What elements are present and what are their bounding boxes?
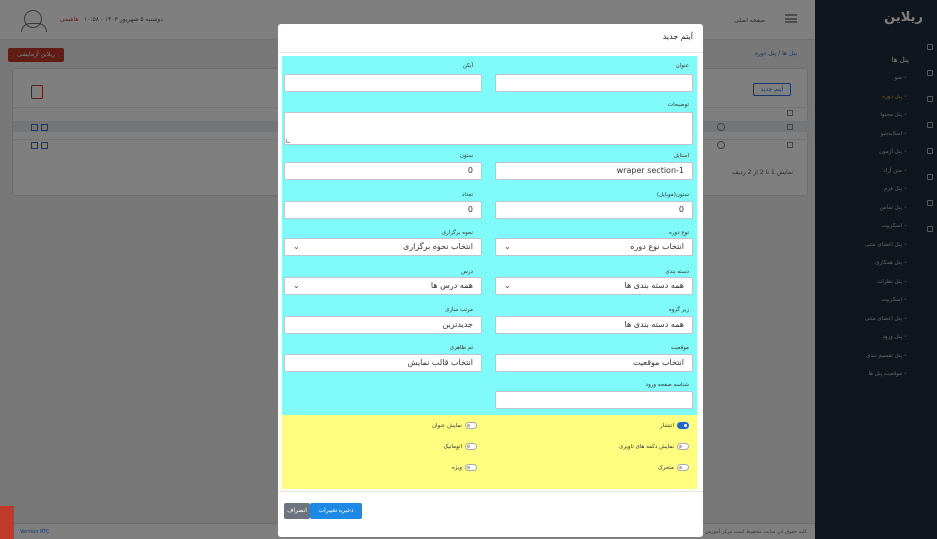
toggle-switch-icon[interactable] (677, 443, 689, 450)
red-side-tab[interactable] (0, 506, 14, 539)
mobile-label: متحرک (657, 465, 674, 471)
special-toggle[interactable]: ویژه (452, 464, 477, 471)
title-label: عنوان (675, 63, 689, 69)
toggle-switch-icon[interactable] (677, 422, 689, 429)
mobile-toggle[interactable]: متحرک (658, 464, 689, 471)
holding-label: نحوه برگزاری (441, 230, 473, 236)
holding-select[interactable]: ⌄ انتخاب نحوه برگزاری (284, 238, 482, 256)
show-title-toggle[interactable]: نمایش عنوان (432, 422, 477, 429)
columns-input[interactable]: 0 (284, 162, 482, 180)
course-type-label: نوع دوره (668, 230, 689, 236)
count-label: تعداد (461, 192, 473, 198)
icon-input[interactable] (284, 74, 482, 92)
entry-page-input[interactable] (495, 391, 693, 409)
subgroup-input[interactable]: همه دسته بندی ها (495, 316, 693, 334)
chevron-down-icon: ⌄ (293, 281, 300, 290)
show-slider-buttons-toggle[interactable]: نمایش دکمه های تاویری (619, 443, 689, 450)
style-label: استایل (673, 153, 689, 159)
lesson-value: همه درس ها (430, 281, 473, 290)
mobile-columns-label: ستون(موبایل) (656, 192, 689, 198)
show-slider-buttons-label: نمایش دکمه های تاویری (619, 444, 674, 450)
category-select[interactable]: ⌄ همه دسته بندی ها (495, 277, 693, 295)
modal-title: آیتم جدید (662, 32, 693, 41)
sort-input[interactable]: جدیدترین (284, 316, 482, 334)
divider (278, 491, 703, 492)
position-input[interactable]: انتخاب موقعیت (495, 354, 693, 372)
style-input[interactable]: wraper section-1 (495, 162, 693, 180)
title-input[interactable] (495, 74, 693, 92)
automatic-label: اتوماتیک (443, 444, 462, 450)
entry-page-label: شناسه صفحه ورود (645, 382, 689, 388)
subgroup-label: زیر گروه (668, 307, 689, 313)
new-item-modal: آیتم جدید عنوان آیکن توضیحات استایل wrap… (278, 24, 703, 537)
save-button[interactable]: ذخیره تغییرات (310, 503, 362, 519)
course-type-select[interactable]: ⌄ انتخاب نوع دوره (495, 238, 693, 256)
description-label: توضیحات (667, 102, 689, 108)
sort-label: مرتب سازی (445, 307, 473, 313)
category-value: همه دسته بندی ها (624, 281, 685, 290)
lesson-select[interactable]: ⌄ همه درس ها (284, 277, 482, 295)
resize-grip-icon[interactable] (286, 139, 290, 143)
chevron-down-icon: ⌄ (293, 242, 300, 251)
publish-toggle[interactable]: انتشار (660, 422, 689, 429)
toggle-switch-icon[interactable] (465, 422, 477, 429)
description-textarea[interactable] (284, 112, 693, 145)
chevron-down-icon: ⌄ (504, 281, 511, 290)
toggles-region (282, 415, 697, 489)
cancel-button[interactable]: انصراف (284, 503, 310, 519)
toggle-switch-icon[interactable] (465, 464, 477, 471)
publish-label: انتشار (660, 423, 674, 429)
toggle-switch-icon[interactable] (465, 443, 477, 450)
special-label: ویژه (451, 465, 462, 471)
divider (278, 52, 703, 53)
toggle-switch-icon[interactable] (677, 464, 689, 471)
icon-label: آیکن (462, 63, 473, 69)
lesson-label: درس (461, 269, 473, 275)
automatic-toggle[interactable]: اتوماتیک (443, 443, 477, 450)
theme-label: تم ظاهری (449, 345, 473, 351)
theme-input[interactable]: انتخاب قالب نمایش (284, 354, 482, 372)
chevron-down-icon: ⌄ (504, 242, 511, 251)
category-label: دسته بندی (665, 269, 689, 275)
course-type-value: انتخاب نوع دوره (630, 242, 684, 251)
holding-value: انتخاب نحوه برگزاری (402, 242, 473, 251)
count-input[interactable]: 0 (284, 201, 482, 219)
show-title-label: نمایش عنوان (431, 423, 462, 429)
mobile-columns-input[interactable]: 0 (495, 201, 693, 219)
columns-label: ستون (459, 153, 473, 159)
position-label: موقعیت (670, 345, 689, 351)
